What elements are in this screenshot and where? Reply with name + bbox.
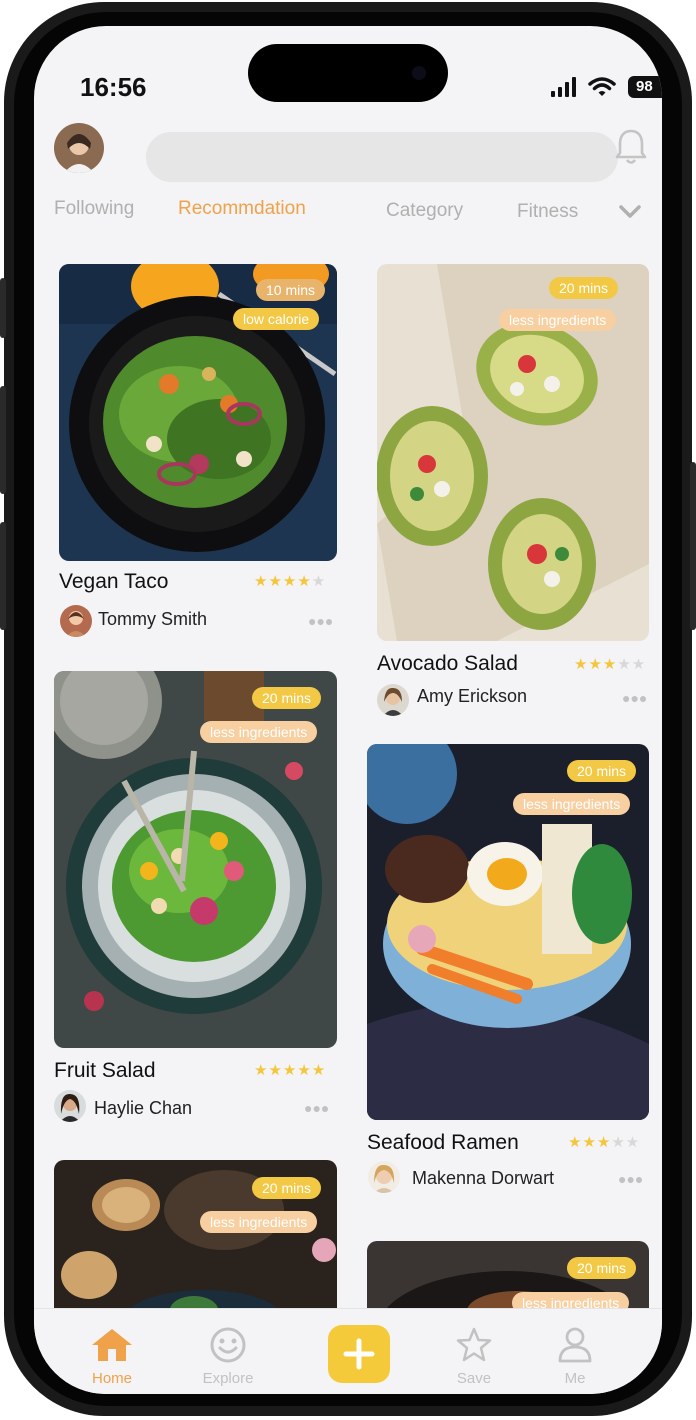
power-button	[690, 462, 696, 630]
tag-badge: less ingredients	[200, 721, 318, 743]
camera-icon	[412, 66, 426, 80]
chevron-down-icon[interactable]	[618, 204, 642, 220]
nav-label: Home	[91, 1370, 132, 1387]
app-screen: 16:56 98 Following Recommdation Category…	[34, 26, 662, 1394]
add-recipe-button[interactable]	[328, 1325, 390, 1383]
author-avatar[interactable]	[368, 1161, 400, 1193]
smiley-icon	[210, 1327, 246, 1363]
more-options-icon[interactable]: ●●●	[308, 613, 333, 629]
search-bar[interactable]	[146, 132, 618, 182]
rating-stars: ★★★★★	[254, 573, 327, 590]
nav-home[interactable]: Home	[72, 1327, 152, 1387]
tag-badge: less ingredients	[200, 1211, 318, 1233]
recipe-title[interactable]: Avocado Salad	[377, 652, 518, 676]
wifi-icon	[588, 77, 616, 96]
plus-icon	[343, 1338, 375, 1370]
nav-explore[interactable]: Explore	[188, 1327, 268, 1387]
recipe-title[interactable]: Seafood Ramen	[367, 1131, 519, 1155]
battery-indicator: 98	[628, 76, 662, 98]
time-badge: 20 mins	[252, 1177, 322, 1199]
author-avatar[interactable]	[60, 605, 92, 637]
nav-label: Me	[564, 1370, 586, 1387]
more-options-icon[interactable]: ●●●	[304, 1100, 329, 1116]
notification-bell-icon[interactable]	[614, 127, 648, 167]
recipe-title[interactable]: Vegan Taco	[59, 570, 168, 594]
tag-badge: low calorie	[233, 308, 320, 330]
tab-category[interactable]: Category	[386, 200, 463, 222]
cellular-signal-icon	[551, 77, 576, 97]
rating-stars: ★★★★★	[574, 656, 647, 673]
nav-label: Explore	[202, 1370, 254, 1387]
tab-following[interactable]: Following	[54, 198, 134, 220]
bottom-navigation: Home Explore Save Me	[34, 1308, 662, 1394]
volume-up-button	[0, 386, 6, 494]
tab-fitness[interactable]: Fitness	[517, 201, 578, 223]
time-badge: 20 mins	[549, 277, 619, 299]
time-badge: 10 mins	[256, 279, 326, 301]
author-name[interactable]: Tommy Smith	[98, 609, 207, 630]
action-button	[0, 278, 6, 338]
rating-stars: ★★★★★	[568, 1134, 641, 1151]
author-avatar[interactable]	[377, 684, 409, 716]
tag-badge: less ingredients	[513, 793, 631, 815]
volume-down-button	[0, 522, 6, 630]
author-name[interactable]: Makenna Dorwart	[412, 1168, 554, 1189]
home-icon	[92, 1329, 132, 1361]
tab-recommendation[interactable]: Recommdation	[178, 198, 306, 220]
status-icons: 98	[551, 72, 662, 102]
star-icon	[456, 1327, 492, 1362]
nav-label: Save	[456, 1370, 492, 1387]
time-badge: 20 mins	[567, 760, 637, 782]
tag-badge: less ingredients	[499, 309, 617, 331]
more-options-icon[interactable]: ●●●	[618, 1171, 643, 1187]
time-badge: 20 mins	[567, 1257, 637, 1279]
dynamic-island	[248, 44, 448, 102]
rating-stars: ★★★★★	[254, 1062, 327, 1079]
status-time: 16:56	[80, 72, 147, 102]
more-options-icon[interactable]: ●●●	[622, 690, 647, 706]
nav-me[interactable]: Me	[535, 1327, 615, 1387]
recipe-title[interactable]: Fruit Salad	[54, 1059, 156, 1083]
author-name[interactable]: Haylie Chan	[94, 1098, 192, 1119]
person-icon	[558, 1327, 592, 1363]
time-badge: 20 mins	[252, 687, 322, 709]
author-name[interactable]: Amy Erickson	[417, 686, 527, 707]
user-avatar[interactable]	[54, 123, 104, 173]
nav-save[interactable]: Save	[434, 1327, 514, 1387]
author-avatar[interactable]	[54, 1090, 86, 1122]
